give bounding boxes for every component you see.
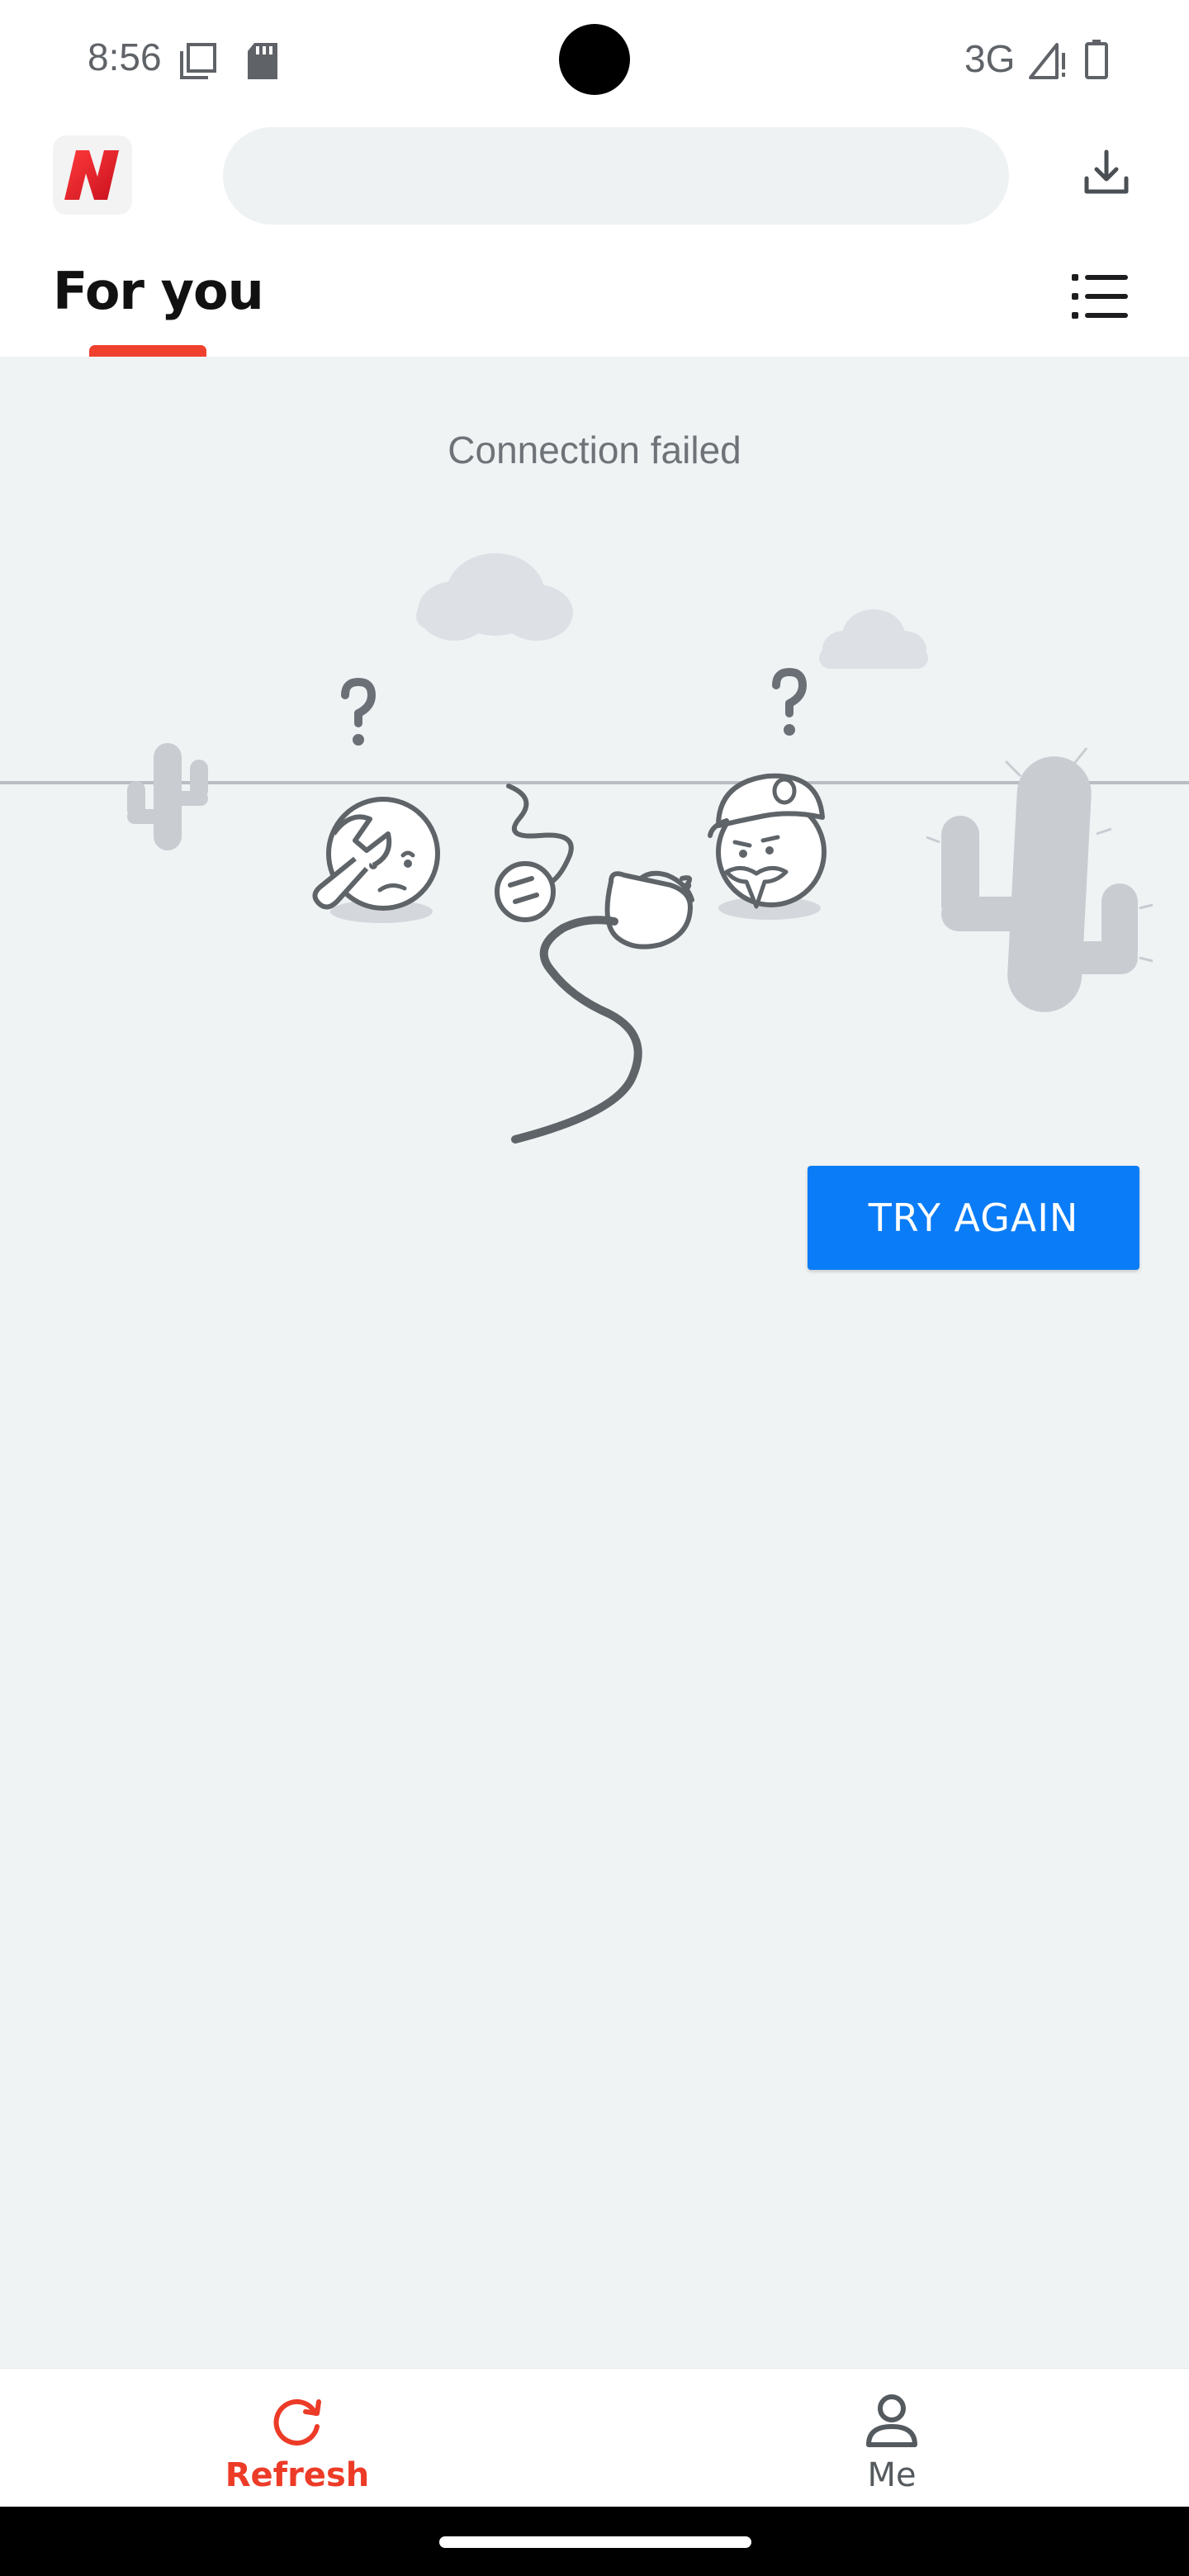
nav-item-refresh[interactable]: Refresh <box>0 2369 594 2507</box>
cloud-icon <box>416 553 573 641</box>
try-again-button[interactable]: TRY AGAIN <box>808 1166 1139 1270</box>
download-button[interactable] <box>1073 140 1139 206</box>
download-icon <box>1084 149 1129 194</box>
plug-icon <box>495 784 574 922</box>
signal-icon <box>1029 43 1065 79</box>
camera-cutout <box>559 24 630 95</box>
confused-face-icon <box>708 773 827 920</box>
network-type: 3G <box>964 37 1016 80</box>
search-input[interactable] <box>223 127 1009 225</box>
battery-icon <box>1085 40 1108 79</box>
category-list-icon[interactable] <box>1070 269 1130 324</box>
cloud-icon <box>819 609 928 669</box>
worried-face-icon <box>312 797 440 923</box>
cactus-icon <box>926 747 1153 1012</box>
nav-item-me[interactable]: Me <box>594 2369 1189 2507</box>
nav-label-refresh: Refresh <box>225 2456 370 2494</box>
sd-card-icon <box>248 43 277 79</box>
system-gesture-area <box>0 2507 1189 2576</box>
nav-label-me: Me <box>867 2456 917 2494</box>
bottom-navigation: Refresh Me <box>0 2368 1189 2507</box>
refresh-icon <box>273 2398 321 2446</box>
active-tab-indicator <box>89 345 206 357</box>
app-logo[interactable] <box>53 135 132 215</box>
person-icon <box>866 2394 917 2447</box>
status-bar: 8:56 3G <box>0 0 1189 116</box>
screenshot-copy-icon <box>180 43 216 79</box>
tab-for-you[interactable]: For you <box>53 261 264 321</box>
home-gesture-handle[interactable] <box>439 2536 751 2548</box>
connection-failed-illustration <box>0 553 1189 1144</box>
connection-error-message: Connection failed <box>448 429 741 471</box>
cactus-icon <box>127 743 208 850</box>
status-time: 8:56 <box>88 36 162 78</box>
